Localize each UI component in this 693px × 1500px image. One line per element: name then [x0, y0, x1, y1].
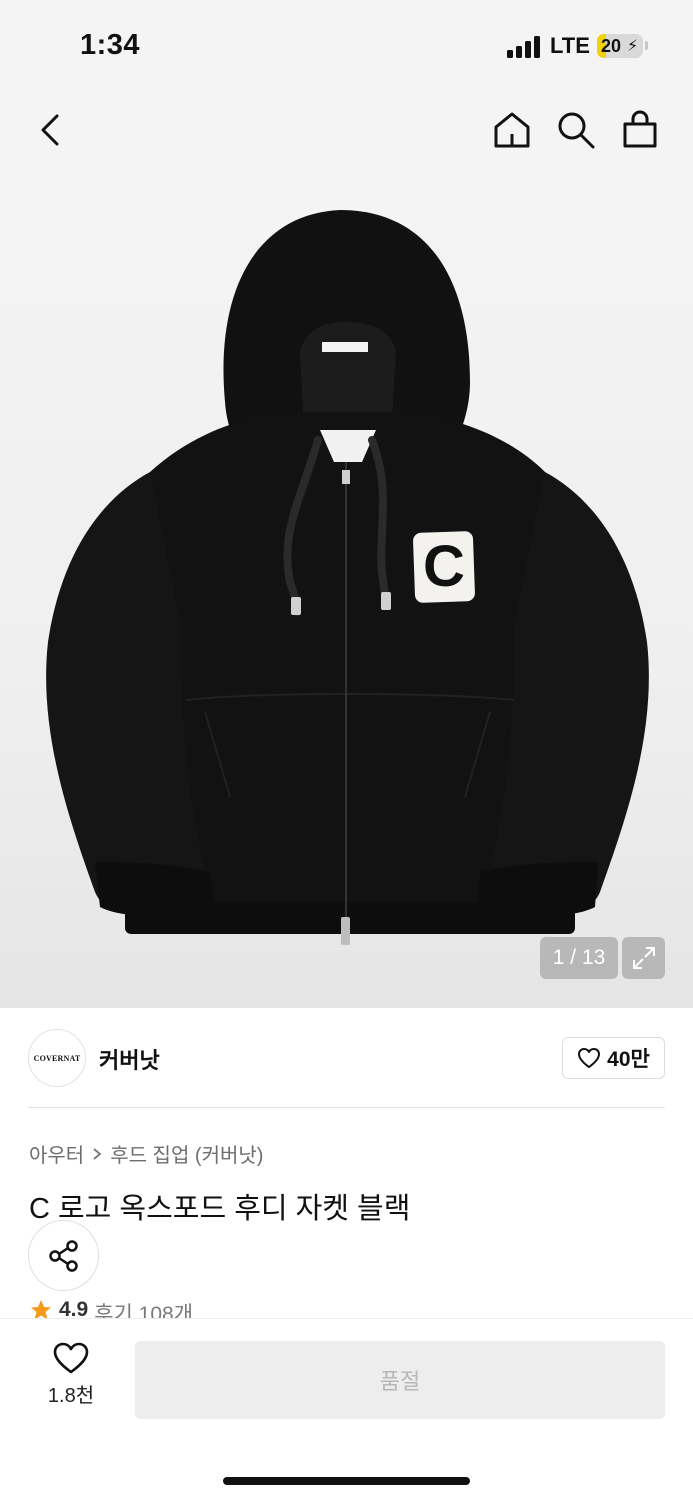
breadcrumb: 아우터 후드 집업 (커버낫): [29, 1139, 263, 1168]
breadcrumb-category[interactable]: 아우터: [29, 1139, 84, 1168]
search-button[interactable]: [552, 106, 600, 154]
review-count: 후기 108개: [94, 1303, 194, 1320]
brand-like-count: 40만: [607, 1048, 650, 1071]
home-indicator: [223, 1477, 470, 1485]
brand-like-button[interactable]: 40만: [562, 1037, 665, 1079]
star-icon: [31, 1300, 51, 1320]
share-button[interactable]: [28, 1220, 99, 1291]
brand-name[interactable]: 커버낫: [99, 1043, 160, 1075]
home-icon: [494, 112, 530, 148]
brand-logo[interactable]: COVERNAT: [28, 1029, 86, 1087]
status-bar: 1:34 LTE 20 ⚡: [0, 0, 693, 92]
rating-row[interactable]: 4.9 후기 108개: [29, 1298, 193, 1320]
chevron-left-icon: [41, 114, 59, 146]
bottom-action-bar: 1.8천 품절: [0, 1318, 693, 1500]
wishlist-button[interactable]: 1.8천: [30, 1341, 112, 1415]
divider: [28, 1107, 665, 1108]
expand-image-button[interactable]: [622, 937, 665, 979]
expand-icon: [632, 947, 655, 969]
product-title: C 로고 옥스포드 후디 자켓 블랙: [29, 1193, 411, 1225]
search-icon: [558, 112, 595, 149]
brand-row: COVERNAT 커버낫 40만: [0, 1008, 693, 1108]
battery-level: 20: [601, 36, 622, 56]
home-button[interactable]: [488, 106, 536, 154]
soldout-button[interactable]: 품절: [135, 1341, 665, 1419]
patch-logo: C: [423, 534, 465, 599]
signal-icon: [507, 36, 541, 58]
heart-icon: [578, 1048, 601, 1068]
product-image[interactable]: C: [0, 172, 693, 1008]
image-counter: 1 / 13: [540, 937, 618, 979]
breadcrumb-subcategory[interactable]: 후드 집업 (커버낫): [110, 1139, 263, 1168]
nav-bar: [0, 92, 693, 172]
battery-icon: 20 ⚡: [597, 34, 643, 58]
brand-logo-text: COVERNAT: [33, 1053, 81, 1063]
heart-icon: [53, 1342, 89, 1374]
status-time: 1:34: [80, 29, 141, 61]
share-icon: [48, 1239, 78, 1272]
wishlist-count: 1.8천: [47, 1385, 95, 1407]
product-image-gallery[interactable]: C 1 / 13: [0, 172, 693, 1008]
back-button[interactable]: [26, 106, 74, 154]
shopping-bag-icon: [623, 110, 657, 148]
network-label: LTE: [550, 33, 590, 58]
cart-button[interactable]: [616, 106, 664, 154]
chevron-right-icon: [93, 1147, 102, 1160]
rating-score: 4.9: [59, 1298, 89, 1320]
